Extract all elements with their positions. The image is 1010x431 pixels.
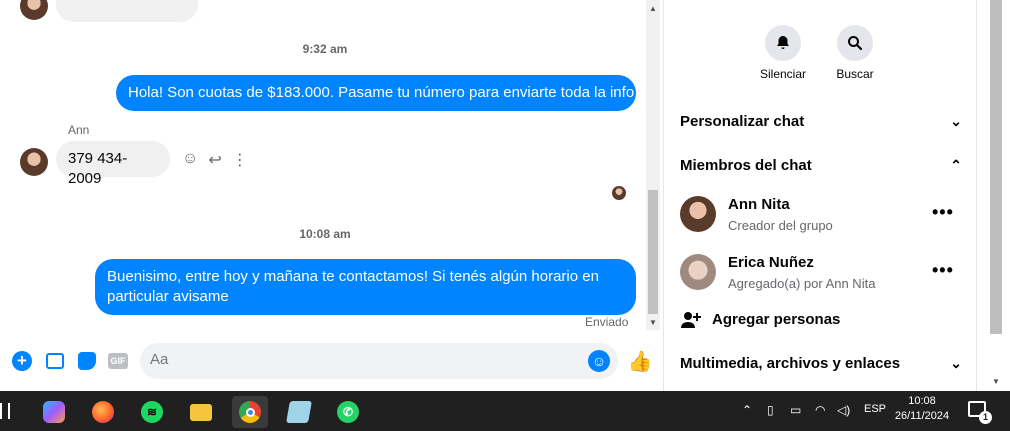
message-input-box[interactable]: ☺ xyxy=(140,343,618,379)
message-text: 379 434-2009 xyxy=(68,150,128,187)
message-status: Enviado xyxy=(585,315,629,329)
sender-avatar[interactable] xyxy=(20,148,48,176)
taskbar: ≋ ✆ ⌃ ▯ ▭ ◠ ◁) ESP 10:08 26/11/2024 1 xyxy=(0,391,1010,431)
search-icon[interactable] xyxy=(837,25,873,61)
file-explorer-icon[interactable] xyxy=(183,396,219,428)
media-files-links-section[interactable]: Multimedia, archivos y enlaces ⌄ xyxy=(680,355,962,372)
notepad-icon[interactable] xyxy=(281,396,317,428)
wifi-icon[interactable]: ◠ xyxy=(815,403,825,417)
chat-members-section[interactable]: Miembros del chat ⌃ xyxy=(680,157,962,174)
reply-icon[interactable]: ↩ xyxy=(208,150,221,170)
section-label: Miembros del chat xyxy=(680,157,812,174)
chevron-up-icon: ⌃ xyxy=(950,157,962,173)
chevron-down-icon: ⌄ xyxy=(950,355,962,371)
customize-chat-section[interactable]: Personalizar chat ⌄ xyxy=(680,113,962,130)
outgoing-message[interactable]: Buenisimo, entre hoy y mañana te contact… xyxy=(95,259,636,315)
react-icon[interactable]: ☺ xyxy=(182,150,198,170)
section-label: Multimedia, archivos y enlaces xyxy=(680,355,901,372)
search-label[interactable]: Buscar xyxy=(815,67,895,81)
member-avatar[interactable] xyxy=(680,254,716,290)
message-text: Buenisimo, entre hoy y mañana te contact… xyxy=(107,268,599,305)
member-avatar[interactable] xyxy=(680,196,716,232)
chat-thread: 9:32 am Hola! Son cuotas de $183.000. Pa… xyxy=(0,0,664,391)
sender-avatar[interactable] xyxy=(20,0,48,20)
chat-scrollbar[interactable]: ▲ ▼ xyxy=(646,0,660,330)
message-actions: ☺ ↩ ⋮ xyxy=(182,150,248,170)
message-text: Hola! Son cuotas de $183.000. Pasame tu … xyxy=(128,84,635,101)
more-icon[interactable]: ⋮ xyxy=(232,150,248,170)
sender-name: Ann xyxy=(68,123,90,137)
member-options-icon[interactable]: ••• xyxy=(932,202,954,223)
system-clock[interactable]: 10:08 26/11/2024 xyxy=(892,394,952,424)
add-people-label: Agregar personas xyxy=(712,311,841,328)
outgoing-message[interactable]: Hola! Son cuotas de $183.000. Pasame tu … xyxy=(116,75,636,111)
message-composer: + GIF ☺ 👍 xyxy=(0,340,664,384)
plus-icon[interactable]: + xyxy=(11,350,33,372)
whatsapp-icon[interactable]: ✆ xyxy=(330,396,366,428)
previous-message-bubble[interactable] xyxy=(56,0,198,22)
emoji-icon[interactable]: ☺ xyxy=(588,350,610,372)
member-options-icon[interactable]: ••• xyxy=(932,260,954,281)
language-indicator[interactable]: ESP xyxy=(864,403,886,415)
copilot-icon[interactable] xyxy=(36,396,72,428)
chevron-down-icon: ⌄ xyxy=(950,113,962,129)
mute-label[interactable]: Silenciar xyxy=(743,67,823,81)
volume-icon[interactable]: ◁) xyxy=(837,403,850,417)
member-role: Agregado(a) por Ann Nita xyxy=(728,276,876,291)
notification-count-badge: 1 xyxy=(979,411,992,424)
clock-time: 10:08 xyxy=(908,395,936,407)
timestamp: 10:08 am xyxy=(299,227,351,241)
sticker-icon[interactable] xyxy=(76,350,98,372)
bell-icon[interactable] xyxy=(765,25,801,61)
member-role: Creador del grupo xyxy=(728,218,833,233)
phone-link-icon[interactable]: ▯ xyxy=(767,403,774,417)
section-label: Personalizar chat xyxy=(680,113,805,130)
scrollbar-thumb[interactable] xyxy=(648,190,658,314)
add-people-button[interactable]: Agregar personas xyxy=(680,309,940,331)
scrollbar-thumb[interactable] xyxy=(990,0,1002,334)
battery-icon[interactable]: ▭ xyxy=(790,403,801,417)
image-icon[interactable] xyxy=(44,350,66,372)
add-person-icon xyxy=(680,309,702,336)
task-view-icon[interactable] xyxy=(0,403,10,419)
firefox-icon[interactable] xyxy=(85,396,121,428)
gif-icon[interactable]: GIF xyxy=(107,350,129,372)
chrome-icon[interactable] xyxy=(232,396,268,428)
timestamp: 9:32 am xyxy=(302,42,348,56)
incoming-message[interactable]: 379 434-2009 xyxy=(56,141,170,187)
scroll-up-icon[interactable]: ▲ xyxy=(649,4,657,13)
show-hidden-icons-icon[interactable]: ⌃ xyxy=(742,403,752,417)
scroll-down-icon[interactable]: ▼ xyxy=(992,377,1000,386)
spotify-icon[interactable]: ≋ xyxy=(134,396,170,428)
seen-avatar xyxy=(612,186,626,200)
member-name[interactable]: Ann Nita xyxy=(728,196,790,213)
chat-info-panel: Silenciar Buscar Personalizar chat ⌄ Mie… xyxy=(664,0,1010,391)
like-icon[interactable]: 👍 xyxy=(628,350,653,373)
clock-date: 26/11/2024 xyxy=(894,410,950,422)
page-scrollbar[interactable]: ▼ xyxy=(976,0,1010,391)
member-name[interactable]: Erica Nuñez xyxy=(728,254,814,271)
message-input[interactable] xyxy=(150,351,580,368)
scroll-down-icon[interactable]: ▼ xyxy=(649,318,657,327)
